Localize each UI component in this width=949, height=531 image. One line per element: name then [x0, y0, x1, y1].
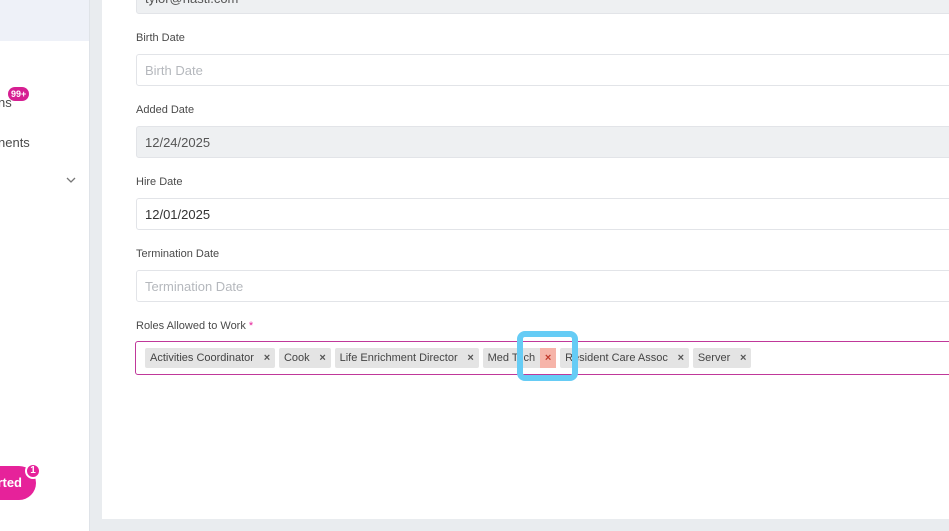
page-bottom-strip — [90, 519, 949, 531]
termination-date-field[interactable] — [136, 270, 949, 302]
hire-date-label: Hire Date — [136, 176, 183, 188]
remove-tag-icon[interactable]: × — [463, 348, 479, 368]
added-date-field — [136, 126, 949, 158]
notification-count-badge: 99+ — [8, 87, 30, 101]
remove-tag-icon[interactable]: × — [735, 348, 751, 368]
roles-multiselect[interactable]: Activities Coordinator × Cook × Life Enr… — [135, 341, 949, 375]
role-tag: Resident Care Assoc × — [560, 348, 689, 368]
birth-date-label: Birth Date — [136, 32, 185, 44]
role-tag-label: Activities Coordinator — [150, 352, 254, 364]
sidebar: ns 99+ nents rted 1 — [0, 0, 90, 531]
required-mark: * — [248, 320, 254, 332]
remove-tag-icon[interactable]: × — [259, 348, 275, 368]
roles-label: Roles Allowed to Work * — [136, 320, 253, 332]
remove-tag-icon[interactable]: × — [673, 348, 689, 368]
remove-tag-icon[interactable]: × — [540, 348, 557, 368]
get-started-label: rted — [0, 475, 22, 490]
role-tag-label: Resident Care Assoc — [565, 352, 668, 364]
role-tag-label: Cook — [283, 352, 310, 364]
get-started-count-badge: 1 — [25, 463, 41, 479]
role-tag: Cook × — [278, 348, 331, 368]
remove-tag-icon[interactable]: × — [315, 348, 331, 368]
email-field — [136, 0, 949, 14]
termination-date-label: Termination Date — [136, 248, 220, 260]
hire-date-field[interactable] — [136, 198, 949, 230]
sidebar-item-active[interactable] — [0, 0, 89, 41]
role-tag: Activities Coordinator × — [145, 348, 275, 368]
role-tag: Life Enrichment Director × — [334, 348, 479, 368]
role-tag: Server × — [692, 348, 752, 368]
chevron-down-icon[interactable] — [65, 174, 77, 186]
roles-label-text: Roles Allowed to Work — [136, 320, 246, 332]
added-date-label: Added Date — [136, 104, 195, 116]
role-tag-label: Server — [697, 352, 731, 364]
birth-date-field[interactable] — [136, 54, 949, 86]
role-tag: Med Tech × — [482, 348, 557, 368]
role-tag-label: Med Tech — [487, 352, 536, 364]
sidebar-item-documents[interactable]: nents — [0, 135, 30, 150]
role-tag-label: Life Enrichment Director — [339, 352, 458, 364]
